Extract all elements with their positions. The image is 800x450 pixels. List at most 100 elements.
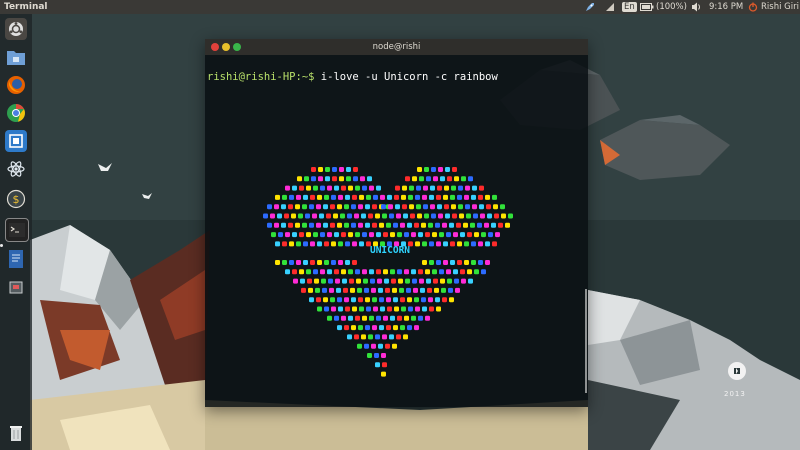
files-icon[interactable]	[5, 46, 27, 68]
heart-glyph	[288, 222, 293, 228]
firefox-icon[interactable]	[5, 74, 27, 96]
heart-glyph	[320, 269, 325, 275]
battery-indicator[interactable]: (100%)	[640, 0, 687, 14]
heart-glyph	[313, 232, 318, 238]
heart-glyph	[328, 278, 333, 284]
heart-glyph	[400, 325, 405, 331]
heart-glyph	[418, 232, 423, 238]
heart-glyph	[358, 222, 363, 228]
heart-glyph	[376, 185, 381, 191]
clock[interactable]: 9:16 PM	[709, 0, 743, 14]
ubuntu-dash-icon[interactable]	[5, 18, 27, 40]
heart-glyph	[486, 204, 491, 210]
heart-glyph	[382, 334, 387, 340]
heart-glyph	[401, 194, 406, 200]
heart-glyph	[346, 167, 351, 172]
terminal-app-icon[interactable]	[5, 130, 27, 152]
heart-glyph	[414, 297, 419, 303]
heart-glyph	[386, 222, 391, 228]
wifi-icon[interactable]	[604, 0, 616, 14]
doc-icon[interactable]	[5, 248, 27, 270]
heart-glyph	[378, 343, 383, 349]
heart-glyph	[480, 213, 485, 219]
heart-glyph	[443, 194, 448, 200]
heart-glyph	[478, 241, 483, 247]
files2-icon[interactable]	[5, 276, 27, 298]
heart-glyph	[296, 260, 301, 265]
heart-glyph	[292, 232, 297, 238]
terminal-window[interactable]: node@rishi rishi@rishi-HP:~$ i-love -u U…	[205, 39, 588, 407]
heart-glyph	[441, 287, 446, 293]
money-icon[interactable]: $	[5, 188, 27, 210]
heart-glyph	[459, 213, 464, 219]
keyboard-layout-indicator[interactable]: En	[622, 0, 637, 14]
heart-glyph	[296, 194, 301, 200]
maximize-button[interactable]	[233, 43, 241, 51]
terminal-scrollbar[interactable]	[585, 289, 587, 393]
heart-glyph	[363, 278, 368, 284]
chrome-icon[interactable]	[5, 102, 27, 124]
unicorn-word: UNICORN	[369, 245, 411, 256]
heart-glyph	[297, 176, 302, 182]
heart-glyph	[429, 241, 434, 247]
heart-glyph	[419, 278, 424, 284]
volume-icon[interactable]	[690, 0, 702, 14]
heart-glyph	[316, 204, 321, 210]
heart-glyph	[399, 287, 404, 293]
heart-glyph	[321, 278, 326, 284]
heart-glyph	[433, 278, 438, 284]
heart-glyph	[383, 315, 388, 321]
heart-glyph	[447, 278, 452, 284]
heart-glyph	[394, 194, 399, 200]
terminal-titlebar[interactable]: node@rishi	[205, 39, 588, 55]
heart-glyph	[270, 213, 275, 219]
heart-glyph	[316, 297, 321, 303]
heart-glyph	[338, 194, 343, 200]
heart-glyph	[417, 167, 422, 172]
heart-glyph	[481, 269, 486, 275]
heart-glyph	[380, 194, 385, 200]
heart-glyph	[379, 325, 384, 331]
heart-glyph	[488, 232, 493, 238]
heart-glyph	[324, 194, 329, 200]
heart-glyph	[354, 213, 359, 219]
heart-glyph	[379, 297, 384, 303]
heart-glyph	[402, 204, 407, 210]
heart-glyph	[281, 222, 286, 228]
trash-icon[interactable]	[5, 422, 27, 444]
heart-glyph	[357, 287, 362, 293]
heart-glyph	[415, 306, 420, 312]
heart-glyph	[282, 241, 287, 247]
heart-glyph	[474, 269, 479, 275]
heart-glyph	[348, 269, 353, 275]
heart-glyph	[454, 278, 459, 284]
user-menu[interactable]: Rishi Giri	[748, 0, 799, 14]
heart-glyph	[302, 222, 307, 228]
heart-glyph	[408, 194, 413, 200]
heart-glyph	[390, 315, 395, 321]
heart-glyph	[360, 176, 365, 182]
heart-glyph	[434, 287, 439, 293]
heart-glyph	[331, 306, 336, 312]
heart-glyph	[465, 185, 470, 191]
heart-glyph	[452, 213, 457, 219]
heart-glyph	[429, 194, 434, 200]
wallpaper-logo-icon	[728, 362, 746, 380]
heart-glyph	[464, 241, 469, 247]
heart-glyph	[311, 176, 316, 182]
heart-glyph	[359, 194, 364, 200]
heart-glyph	[505, 222, 510, 228]
heart-glyph	[352, 194, 357, 200]
heart-glyph	[479, 185, 484, 191]
rocket-icon[interactable]	[584, 0, 596, 14]
atom-icon[interactable]	[5, 158, 27, 180]
heart-glyph	[358, 325, 363, 331]
heart-glyph	[291, 213, 296, 219]
minimize-button[interactable]	[222, 43, 230, 51]
heart-glyph	[426, 176, 431, 182]
heart-glyph	[310, 260, 315, 265]
terminal-icon[interactable]	[5, 218, 29, 242]
heart-glyph	[409, 185, 414, 191]
heart-glyph	[313, 269, 318, 275]
close-button[interactable]	[211, 43, 219, 51]
